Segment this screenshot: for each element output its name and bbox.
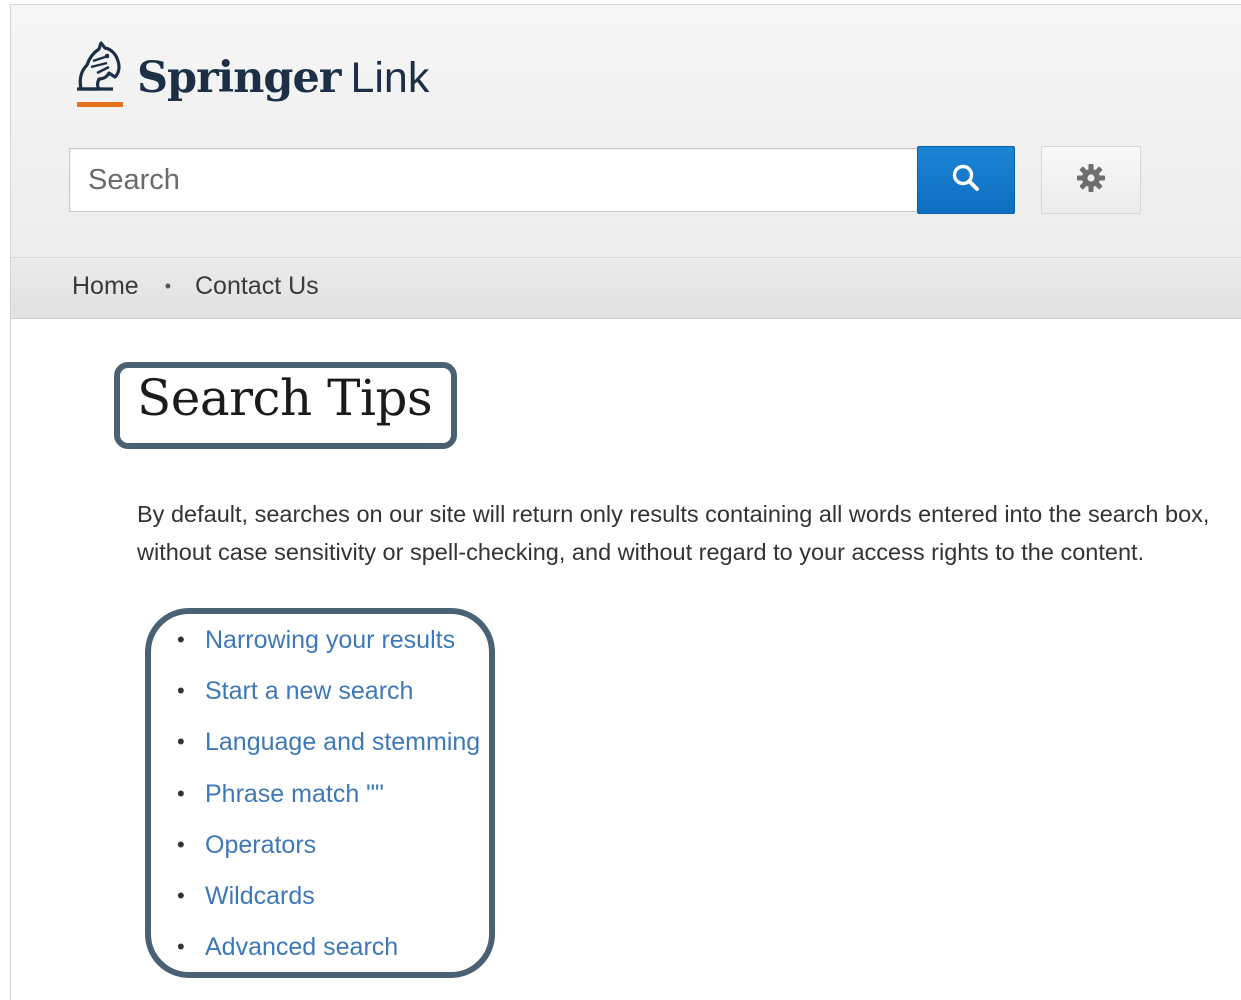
tip-link-operators[interactable]: Operators <box>205 828 316 862</box>
list-item: • Advanced search <box>137 930 480 981</box>
nav-separator: • <box>164 276 171 296</box>
bullet: • <box>177 627 185 652</box>
search-bar <box>69 146 1141 214</box>
list-item: • Operators <box>137 828 480 879</box>
logo-springer-text: Springer <box>137 53 341 103</box>
bullet: • <box>177 882 185 908</box>
intro-paragraph: By default, searches on our site will re… <box>137 501 1210 565</box>
springer-horse-icon <box>67 39 129 111</box>
search-icon <box>950 162 982 199</box>
bullet: • <box>177 780 185 806</box>
springer-link-logo[interactable]: Springer Link <box>67 39 429 115</box>
bullet: • <box>177 678 185 704</box>
search-settings-button[interactable] <box>1041 146 1141 214</box>
gear-icon <box>1074 161 1108 200</box>
tip-link-narrowing-results[interactable]: Narrowing your results <box>205 623 455 657</box>
site-header: Springer Link <box>11 5 1241 257</box>
list-item: • Language and stemming <box>137 725 480 776</box>
tip-link-phrase-match[interactable]: Phrase match "" <box>205 777 384 811</box>
bullet: • <box>177 934 185 960</box>
list-item: • Start a new search <box>137 674 480 725</box>
search-button[interactable] <box>917 146 1015 214</box>
tip-link-start-new-search[interactable]: Start a new search <box>205 674 413 708</box>
tip-link-language-stemming[interactable]: Language and stemming <box>205 725 480 759</box>
tip-link-wildcards[interactable]: Wildcards <box>205 879 315 913</box>
nav-items: Home • Contact Us <box>72 272 319 301</box>
page-title: Search Tips <box>137 369 433 427</box>
logo-wordmark: Springer Link <box>137 53 429 103</box>
list-item: • Wildcards <box>137 879 480 930</box>
nav-contact-us-link[interactable]: Contact Us <box>195 272 319 301</box>
nav-home-link[interactable]: Home <box>72 272 139 301</box>
breadcrumb-nav: Home • Contact Us <box>11 257 1241 319</box>
search-tips-list: • Narrowing your results • Start a new s… <box>137 623 480 981</box>
bullet: • <box>177 729 185 755</box>
list-item: • Phrase match "" <box>137 777 480 828</box>
list-item: • Narrowing your results <box>137 623 480 674</box>
page-frame: Springer Link Search Home • Contact Us S… <box>10 4 1241 1000</box>
tip-link-advanced-search[interactable]: Advanced search <box>205 930 398 964</box>
search-input[interactable] <box>69 148 917 212</box>
logo-link-text: Link <box>350 54 430 102</box>
bullet: • <box>177 831 185 857</box>
